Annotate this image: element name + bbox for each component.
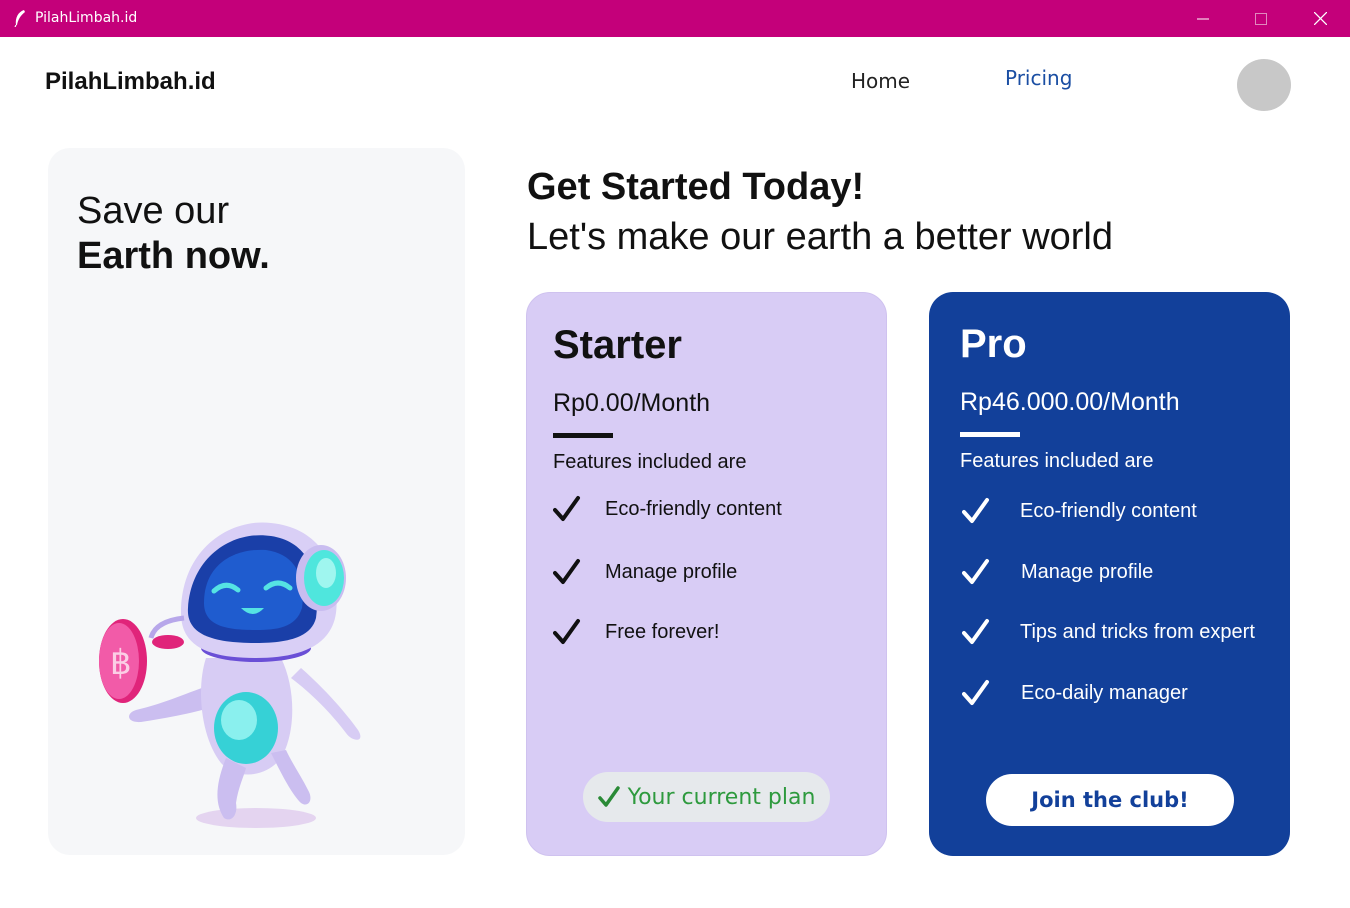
check-icon xyxy=(962,680,989,705)
features-title: Features included are xyxy=(960,450,1154,472)
divider xyxy=(960,432,1020,437)
plan-price: Rp0.00/Month xyxy=(553,389,711,417)
check-icon xyxy=(553,496,580,521)
close-button[interactable] xyxy=(1291,0,1349,37)
plan-price: Rp46.000.00/Month xyxy=(960,388,1180,416)
feature-item: Free forever! xyxy=(553,618,719,646)
minimize-icon xyxy=(1197,18,1209,19)
join-club-button[interactable]: Join the club! xyxy=(986,774,1234,826)
feather-icon xyxy=(14,10,25,27)
check-icon xyxy=(962,559,989,584)
check-icon xyxy=(553,559,580,584)
window-title: PilahLimbah.id xyxy=(35,10,138,26)
current-plan-button[interactable]: Your current plan xyxy=(583,772,830,822)
robot-illustration: ฿ xyxy=(99,522,361,828)
feature-text: Eco-daily manager xyxy=(1021,681,1188,704)
feature-item: Tips and tricks from expert xyxy=(962,618,1255,646)
brand-logo-text[interactable]: PilahLimbah.id xyxy=(45,68,216,96)
svg-text:฿: ฿ xyxy=(110,643,132,683)
feature-text: Tips and tricks from expert xyxy=(1020,620,1255,643)
feature-item: Manage profile xyxy=(553,558,737,586)
avatar[interactable] xyxy=(1237,59,1291,111)
check-icon xyxy=(597,786,620,807)
current-plan-label: Your current plan xyxy=(627,784,816,810)
page-subheading: Let's make our earth a better world xyxy=(527,216,1113,258)
plan-name: Pro xyxy=(960,322,1027,366)
feature-text: Manage profile xyxy=(605,560,738,583)
check-icon xyxy=(962,619,989,644)
feature-text: Manage profile xyxy=(1021,560,1154,583)
check-icon xyxy=(962,498,989,523)
nav-link-pricing[interactable]: Pricing xyxy=(1005,66,1072,90)
plan-name: Starter xyxy=(553,323,682,367)
feature-item: Manage profile xyxy=(962,558,1153,586)
plan-card-starter: Starter Rp0.00/Month Features included a… xyxy=(526,292,887,856)
check-icon xyxy=(553,619,580,644)
close-icon xyxy=(1313,12,1327,25)
window-titlebar: PilahLimbah.id xyxy=(0,0,1350,37)
feature-item: Eco-friendly content xyxy=(962,497,1197,525)
maximize-button[interactable] xyxy=(1232,0,1290,37)
hero-card: Save our Earth now. ฿ xyxy=(48,148,465,855)
minimize-button[interactable] xyxy=(1174,0,1232,37)
maximize-icon xyxy=(1255,12,1267,25)
hero-title-line2: Earth now. xyxy=(77,235,270,277)
feature-item: Eco-daily manager xyxy=(962,679,1188,707)
hero-title-line1: Save our xyxy=(77,190,230,232)
feature-text: Eco-friendly content xyxy=(1020,499,1197,522)
plan-card-pro: Pro Rp46.000.00/Month Features included … xyxy=(929,292,1290,856)
page-heading: Get Started Today! xyxy=(527,166,865,208)
features-title: Features included are xyxy=(553,451,747,473)
nav-link-home[interactable]: Home xyxy=(851,69,910,93)
feature-item: Eco-friendly content xyxy=(553,495,782,523)
feature-text: Eco-friendly content xyxy=(605,497,782,520)
feature-text: Free forever! xyxy=(605,620,720,643)
divider xyxy=(553,433,613,438)
